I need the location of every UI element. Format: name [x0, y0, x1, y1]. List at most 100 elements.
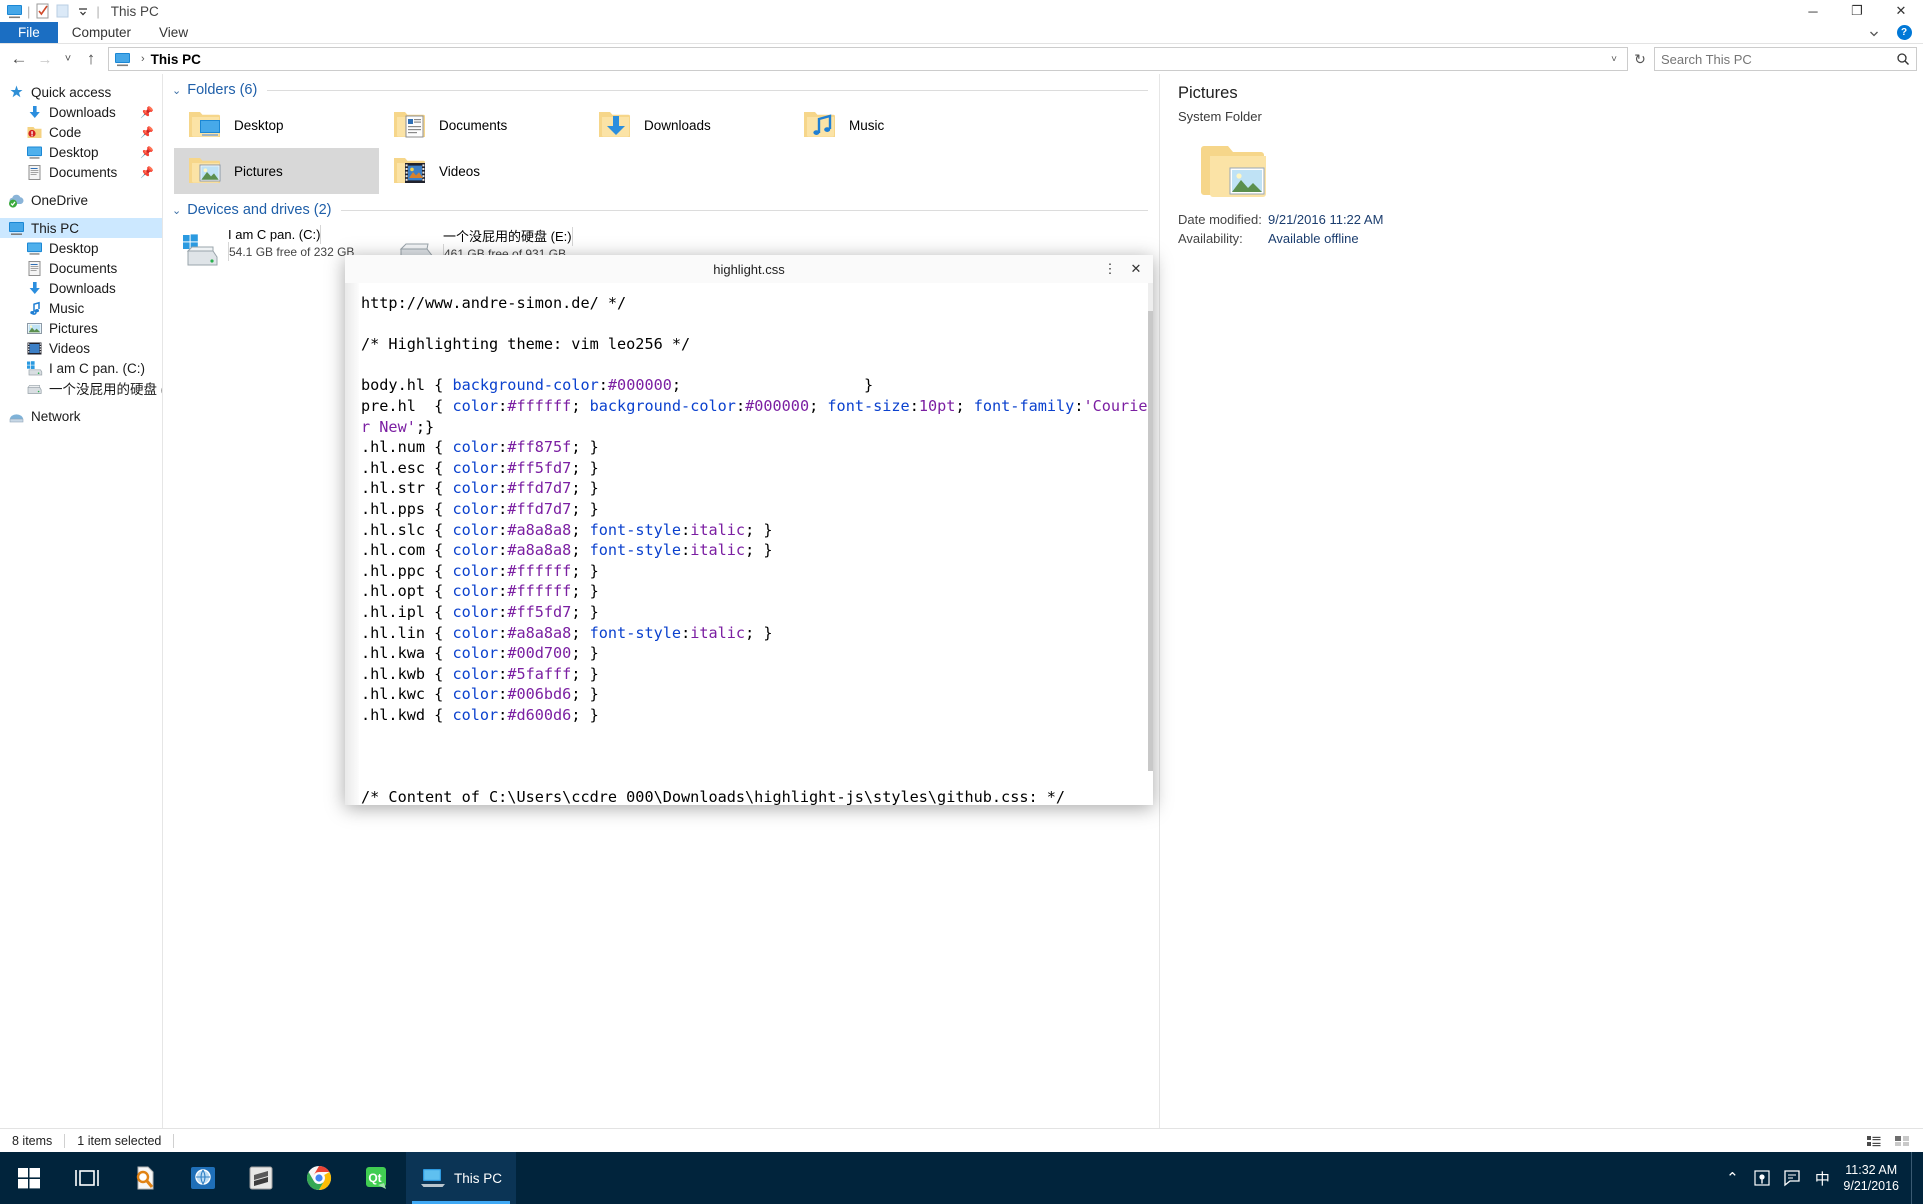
customize-caret-icon[interactable] [73, 1, 93, 21]
status-divider [173, 1133, 175, 1148]
sidebar-item-documents[interactable]: Documents [0, 258, 162, 278]
large-icons-view-icon[interactable] [1893, 1133, 1911, 1149]
code-line: /* Highlighting theme: vim leo256 */ [361, 334, 1153, 355]
drives-group-header[interactable]: ⌄ Devices and drives (2) [164, 194, 1158, 222]
sidebar-item-downloads[interactable]: Downloads 📌 [0, 102, 162, 122]
sidebar-item-i-am-c-pan-c[interactable]: I am C pan. (C:) [0, 358, 162, 378]
code-token: ; } [571, 664, 599, 683]
search-icon[interactable] [1896, 52, 1910, 66]
sidebar-item-quick-access[interactable]: Quick access [0, 82, 162, 102]
sidebar-item-desktop[interactable]: Desktop 📌 [0, 142, 162, 162]
help-button[interactable]: ? [1889, 22, 1919, 44]
breadcrumb-current[interactable]: This PC [151, 52, 201, 67]
css-preview-window[interactable]: highlight.css ⋮ ✕ http://www.andre-simon… [345, 255, 1153, 805]
folder-desktop-icon [188, 108, 222, 142]
sidebar-item-code[interactable]: Code 📌 [0, 122, 162, 142]
sidebar-item-downloads[interactable]: Downloads [0, 278, 162, 298]
folder-tiles[interactable]: Desktop Documents Downloads Music Pictures Vi… [164, 102, 1158, 194]
tray-chevron-up-icon[interactable]: ⌃ [1717, 1152, 1747, 1204]
back-button[interactable]: ← [6, 46, 32, 72]
windows-start-icon[interactable] [0, 1152, 58, 1204]
sublime-text-icon[interactable] [232, 1152, 290, 1204]
sidebar-item-documents[interactable]: Documents 📌 [0, 162, 162, 182]
code-token: : [498, 499, 508, 518]
folder-tile-music[interactable]: Music [789, 102, 994, 148]
css-window-menu-button[interactable]: ⋮ [1097, 255, 1123, 283]
search-box[interactable] [1654, 47, 1917, 71]
task-view-icon[interactable] [58, 1152, 116, 1204]
code-token: font-size [827, 396, 910, 415]
taskbar-window-thispc[interactable]: This PC [406, 1152, 517, 1204]
code-token: .hl.kwd { [361, 705, 453, 724]
code-line: .hl.opt { color:#ffffff; } [361, 581, 1153, 602]
folder-tile-documents[interactable]: Documents [379, 102, 584, 148]
css-code-area[interactable]: http://www.andre-simon.de/ */ /* Highlig… [359, 283, 1153, 805]
minimize-button[interactable]: ─ [1791, 0, 1835, 22]
code-token: .hl.kwc { [361, 685, 453, 704]
search-input[interactable] [1661, 51, 1896, 67]
css-scrollbar-thumb[interactable] [1148, 311, 1153, 771]
navigation-pane[interactable]: Quick access Downloads 📌 Code 📌 Desktop 📌 Docum… [0, 74, 163, 1152]
folder-tile-pictures[interactable]: Pictures [174, 148, 379, 194]
sidebar-item-desktop[interactable]: Desktop [0, 238, 162, 258]
file-search-icon[interactable] [116, 1152, 174, 1204]
code-token: ; } [571, 499, 599, 518]
folders-group-header[interactable]: ⌄ Folders (6) [164, 74, 1158, 102]
sidebar-item-e[interactable]: 一个没屁用的硬盘 (E:) [0, 378, 162, 398]
tab-computer[interactable]: Computer [58, 22, 145, 43]
code-token: color [452, 685, 499, 704]
pin-icon[interactable]: 📌 [140, 166, 154, 179]
details-row-value: Available offline [1268, 231, 1359, 246]
pin-icon[interactable]: 📌 [140, 126, 154, 139]
sidebar-item-network[interactable]: Network [0, 406, 162, 426]
sidebar-item-music[interactable]: Music [0, 298, 162, 318]
pin-icon[interactable]: 📌 [140, 146, 154, 159]
forward-button[interactable]: → [32, 46, 58, 72]
sidebar-item-this-pc[interactable]: This PC [0, 218, 162, 238]
qt-icon[interactable]: Qt [348, 1152, 406, 1204]
chevron-down-icon[interactable]: ⌄ [172, 84, 181, 97]
thispc-icon[interactable] [4, 1, 24, 21]
code-token: : [498, 644, 508, 663]
sidebar-item-pictures[interactable]: Pictures [0, 318, 162, 338]
css-window-close-button[interactable]: ✕ [1123, 255, 1149, 283]
css-scrollbar-track[interactable] [1148, 283, 1153, 771]
chrome-icon[interactable] [290, 1152, 348, 1204]
folder-tile-downloads[interactable]: Downloads [584, 102, 789, 148]
tab-file[interactable]: File [0, 22, 58, 43]
svg-text:Qt: Qt [368, 1171, 381, 1185]
taskbar-clock[interactable]: 11:32 AM 9/21/2016 [1837, 1162, 1911, 1194]
network-tray-icon[interactable] [1747, 1152, 1777, 1204]
breadcrumb[interactable]: › This PC ˅ [108, 47, 1628, 71]
up-button[interactable]: ↑ [78, 46, 104, 72]
code-token: font-style [589, 520, 682, 539]
ribbon-expand-caret-icon[interactable] [1859, 22, 1889, 44]
dictionary-icon[interactable] [174, 1152, 232, 1204]
sidebar-item-onedrive[interactable]: OneDrive [0, 190, 162, 210]
folder-tile-videos[interactable]: Videos [379, 148, 584, 194]
pin-icon[interactable]: 📌 [140, 106, 154, 119]
maximize-button[interactable]: ❐ [1835, 0, 1879, 22]
code-token: color [452, 458, 499, 477]
show-desktop-button[interactable] [1911, 1152, 1919, 1204]
folder-tile-desktop[interactable]: Desktop [174, 102, 379, 148]
chevron-down-icon[interactable]: ⌄ [172, 204, 181, 217]
videos-icon [26, 340, 43, 357]
close-button[interactable]: ✕ [1879, 0, 1923, 22]
code-line: .hl.esc { color:#ff5fd7; } [361, 458, 1153, 479]
details-row: Date modified: 9/21/2016 11:22 AM [1178, 212, 1923, 227]
refresh-button[interactable]: ↻ [1628, 47, 1652, 71]
sidebar-item-videos[interactable]: Videos [0, 338, 162, 358]
nav-gap [0, 182, 162, 190]
properties-icon[interactable] [33, 1, 53, 21]
ime-indicator[interactable]: 中 [1807, 1152, 1837, 1204]
tab-view[interactable]: View [145, 22, 202, 43]
action-center-icon[interactable] [1777, 1152, 1807, 1204]
code-token: ; } [571, 644, 599, 663]
recent-locations-button[interactable]: ˅ [58, 46, 78, 72]
code-line: .hl.lin { color:#a8a8a8; font-style:ital… [361, 623, 1153, 644]
new-folder-icon[interactable] [53, 1, 73, 21]
breadcrumb-dropdown-icon[interactable]: ˅ [1605, 54, 1623, 65]
details-view-icon[interactable] [1865, 1133, 1883, 1149]
